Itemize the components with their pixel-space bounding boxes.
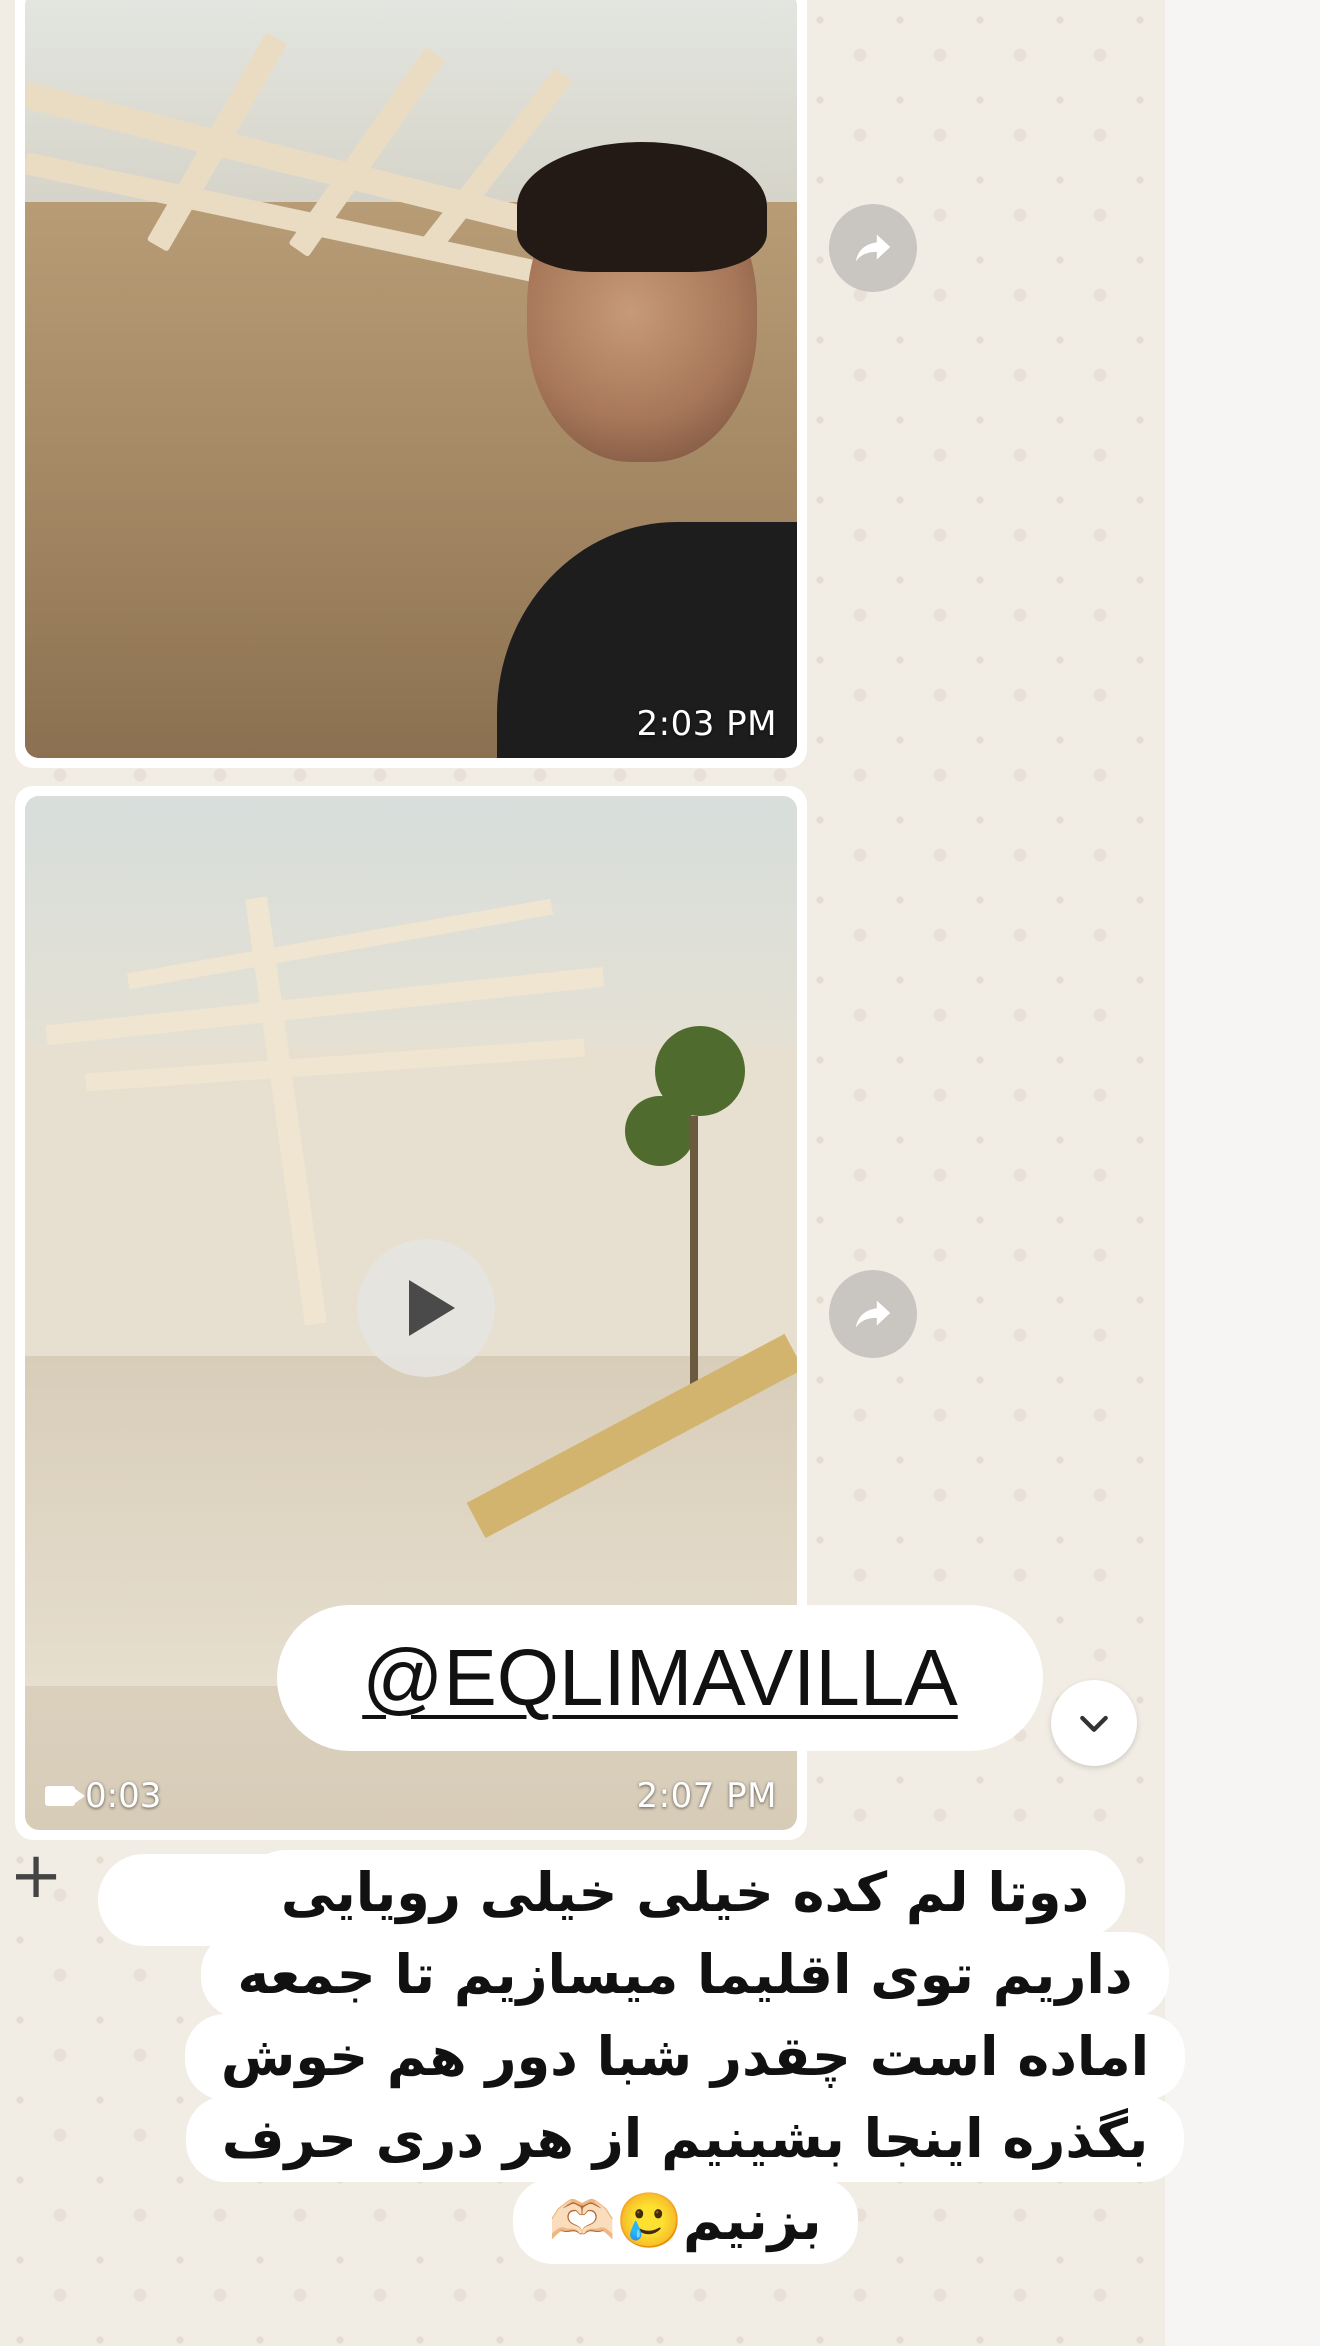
- plus-icon[interactable]: +: [6, 1844, 66, 1908]
- photo-thumbnail[interactable]: 2:03 PM: [25, 0, 797, 758]
- caption-line: بزنیم🥲🫶🏻: [512, 2178, 858, 2264]
- play-icon: [409, 1280, 455, 1336]
- chevron-down-icon: [1080, 1715, 1108, 1732]
- caption-line: دوتا لم کده خیلی خیلی رویایی: [244, 1850, 1126, 1936]
- forward-arrow-icon: [855, 234, 891, 262]
- forward-button[interactable]: [829, 204, 917, 292]
- message-time: 2:07 PM: [636, 1776, 777, 1816]
- play-button[interactable]: [357, 1239, 495, 1377]
- caption-line: اماده است چقدر شبا دور هم خوش: [184, 2014, 1186, 2100]
- caption-sticker: دوتا لم کده خیلی خیلی رویایی داریم توی ا…: [120, 1850, 1250, 2290]
- scroll-down-button[interactable]: [1051, 1680, 1137, 1766]
- forward-button[interactable]: [829, 1270, 917, 1358]
- mention-sticker[interactable]: @EQLIMAVILLA: [277, 1605, 1043, 1751]
- message-time: 2:03 PM: [636, 704, 777, 744]
- duration-label: 0:03: [85, 1776, 162, 1816]
- caption-line: داریم توی اقلیما میسازیم تا جمعه: [201, 1932, 1169, 2018]
- video-duration: 0:03: [45, 1776, 161, 1816]
- video-camera-icon: [45, 1786, 85, 1806]
- forward-arrow-icon: [855, 1300, 891, 1328]
- photo-message[interactable]: 2:03 PM: [15, 0, 807, 768]
- caption-line: بگذره اینجا بشینیم از هر دری حرف: [185, 2096, 1185, 2182]
- person-selfie: [497, 72, 797, 758]
